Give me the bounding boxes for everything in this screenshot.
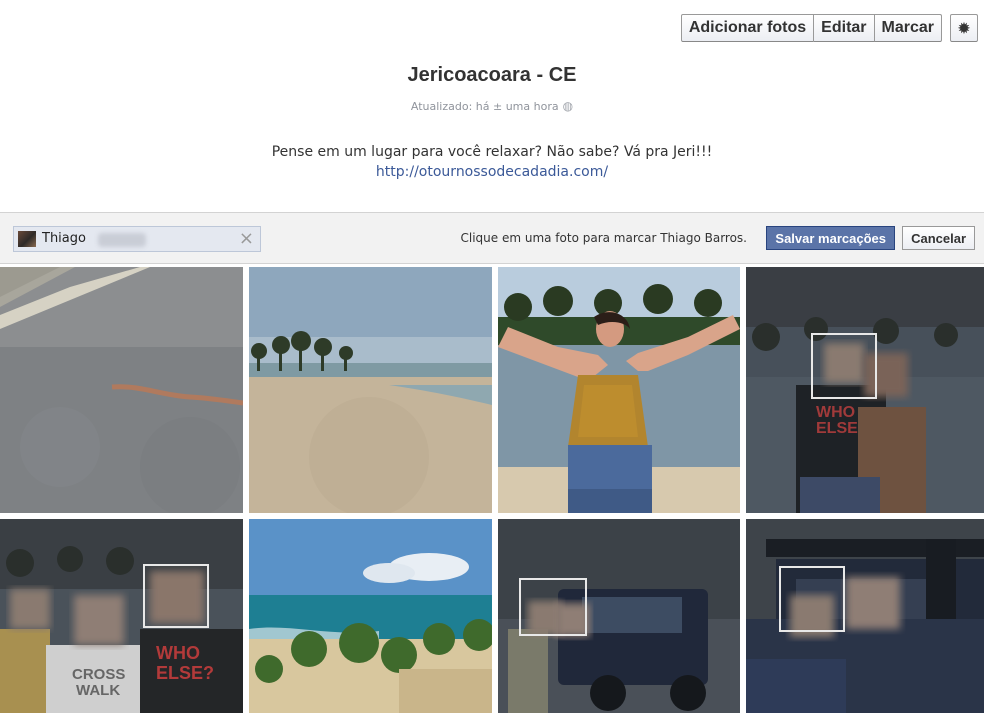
photo-grid: WHO ELSE? CROSS WALK WHO ELSE?	[0, 267, 984, 713]
svg-text:WALK: WALK	[76, 682, 120, 699]
redacted-surname	[98, 233, 146, 247]
add-photos-button[interactable]: Adicionar fotos	[680, 14, 815, 42]
photo-thumbnail[interactable]	[746, 519, 984, 713]
svg-text:WHO: WHO	[816, 404, 855, 421]
album-title: Jericoacoara - CE	[407, 64, 577, 86]
album-action-group: Adicionar fotos Editar Marcar	[680, 14, 942, 42]
edit-button[interactable]: Editar	[814, 14, 875, 42]
svg-text:ELSE?: ELSE?	[156, 663, 214, 683]
settings-button[interactable]: ✹	[950, 14, 978, 42]
gear-icon: ✹	[958, 19, 970, 36]
cancel-button[interactable]: Cancelar	[902, 226, 975, 250]
globe-icon[interactable]: ◍	[563, 99, 573, 113]
photo-thumbnail[interactable]	[498, 519, 740, 713]
photo-thumbnail[interactable]: WHO ELSE?	[746, 267, 984, 513]
svg-text:CROSS: CROSS	[72, 666, 125, 683]
tag-help-text: Clique em uma foto para marcar Thiago Ba…	[460, 231, 747, 245]
svg-text:WHO: WHO	[156, 643, 200, 663]
photo-thumbnail[interactable]: CROSS WALK WHO ELSE?	[0, 519, 243, 713]
tag-token[interactable]: Thiago ×	[13, 226, 261, 252]
save-tags-button[interactable]: Salvar marcações	[766, 226, 895, 250]
photo-thumbnail[interactable]	[249, 267, 492, 513]
updated-text: Atualizado: há ± uma hora	[410, 100, 559, 113]
tagging-bar: Thiago × Clique em uma foto para marcar …	[0, 212, 984, 264]
description-text: Pense em um lugar para você relaxar? Não…	[271, 144, 713, 160]
photo-thumbnail[interactable]	[498, 267, 740, 513]
album-link[interactable]: http://otournossodecadadia.com/	[376, 164, 608, 180]
avatar	[18, 231, 36, 247]
album-description: Pense em um lugar para você relaxar? Não…	[0, 142, 984, 182]
close-icon[interactable]: ×	[239, 228, 254, 249]
photo-thumbnail[interactable]	[0, 267, 243, 513]
tag-button[interactable]: Marcar	[874, 14, 942, 42]
token-name: Thiago	[42, 231, 86, 246]
album-toolbar: Adicionar fotos Editar Marcar ✹	[680, 14, 978, 42]
updated-line: Atualizado: há ± uma hora ◍	[0, 99, 984, 113]
photo-thumbnail[interactable]	[249, 519, 492, 713]
